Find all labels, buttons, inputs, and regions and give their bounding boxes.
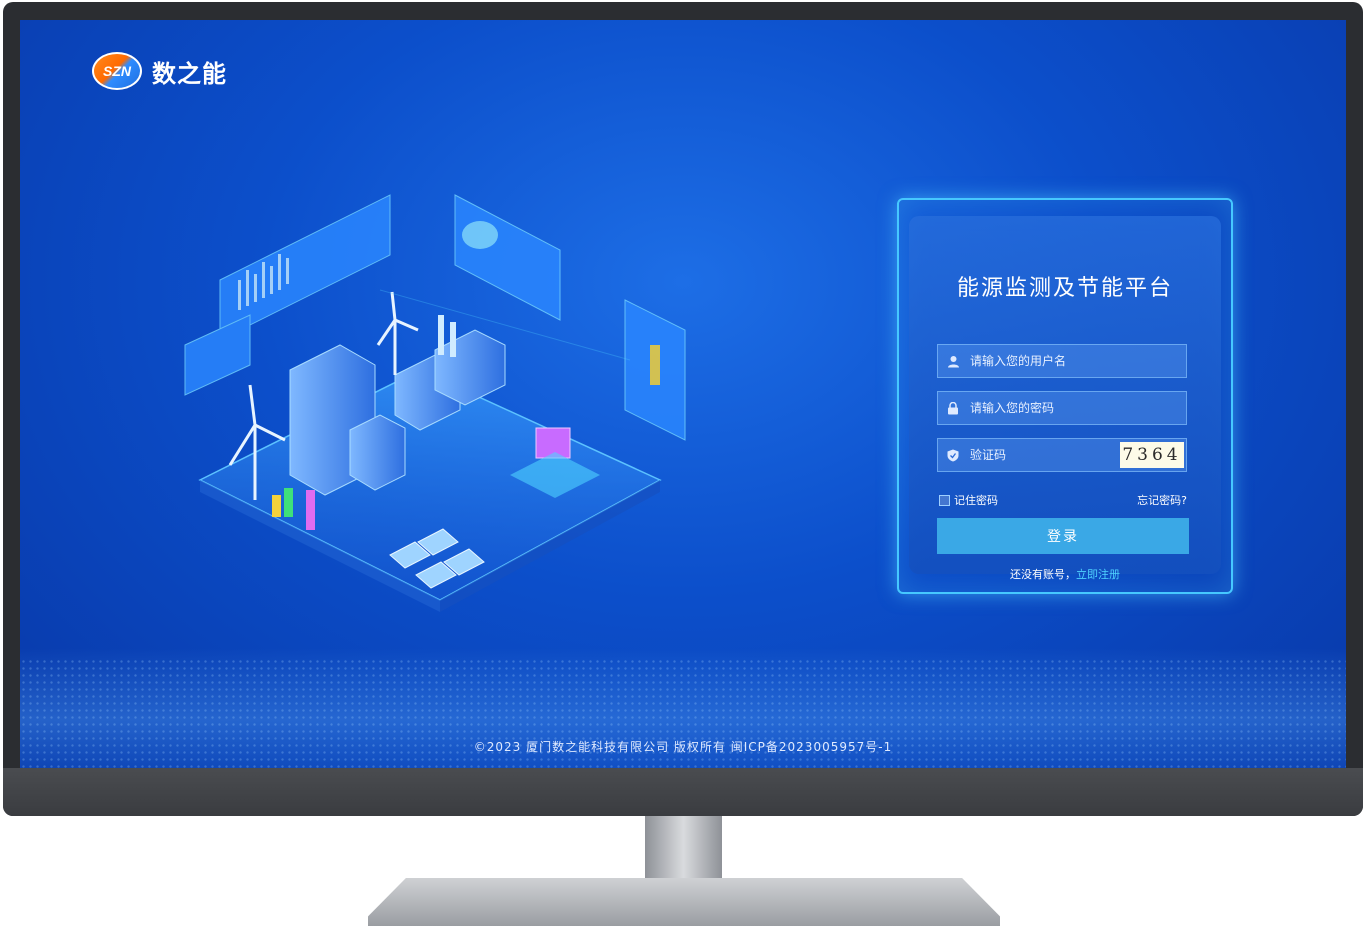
- logo-mark: SZN: [92, 52, 142, 90]
- brand-name: 数之能: [152, 59, 227, 88]
- login-panel: 能源监测及节能平台 7364: [897, 198, 1233, 594]
- remember-checkbox[interactable]: [939, 494, 950, 506]
- login-card: 能源监测及节能平台 7364: [909, 216, 1221, 581]
- captcha-image[interactable]: 7364: [1120, 442, 1184, 468]
- shield-icon: [938, 449, 968, 462]
- username-field[interactable]: [937, 344, 1187, 378]
- captcha-field[interactable]: 7364: [937, 438, 1187, 472]
- user-icon: [938, 355, 968, 368]
- footer-copyright: ©2023 厦门数之能科技有限公司 版权所有 闽ICP备2023005957号-…: [473, 740, 893, 754]
- brand-logo: SZN 数之能: [92, 52, 227, 90]
- password-input[interactable]: [968, 391, 1186, 425]
- remember-label: 记住密码: [954, 494, 998, 507]
- password-field[interactable]: [937, 391, 1187, 425]
- username-input[interactable]: [968, 344, 1186, 378]
- login-button[interactable]: 登录: [937, 518, 1189, 554]
- screen: SZN 数之能 能源监测及节能平台 请输入您的用户名 验证码 7364 记住密码…: [20, 20, 1346, 768]
- monitor-stand-base: [368, 878, 1000, 926]
- login-title: 能源监测及节能平台: [956, 276, 1173, 301]
- remember-password[interactable]: 记住密码: [939, 492, 998, 508]
- energy-city-illustration: [184, 194, 686, 612]
- register-prompt-text: 还没有账号，: [1010, 568, 1076, 581]
- lock-icon: [938, 401, 968, 415]
- register-link[interactable]: 立即注册: [1076, 568, 1120, 581]
- forgot-password-link[interactable]: 忘记密码?: [1137, 492, 1187, 508]
- monitor-chin: [3, 768, 1363, 816]
- register-prompt: 还没有账号，立即注册: [909, 566, 1221, 582]
